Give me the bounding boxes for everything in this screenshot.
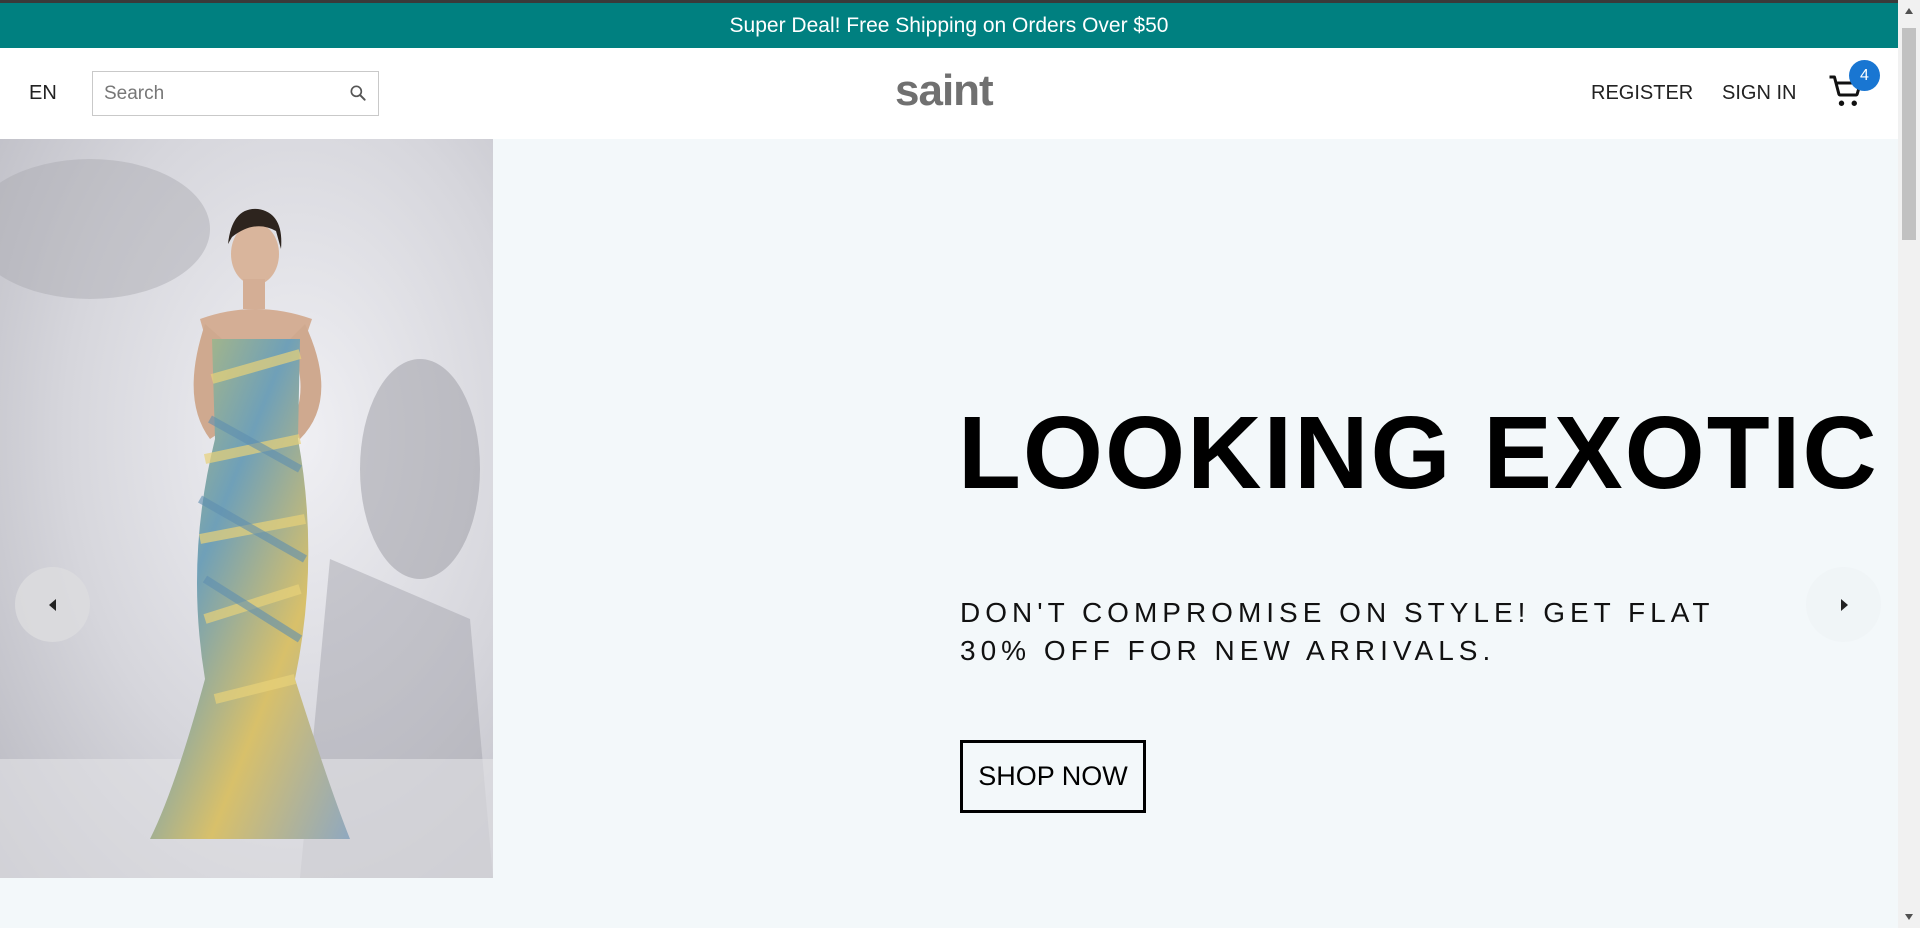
- page: Super Deal! Free Shipping on Orders Over…: [0, 0, 1920, 928]
- language-selector[interactable]: EN: [29, 82, 57, 105]
- chevron-right-icon: [1840, 598, 1848, 611]
- hero-title: LOOKING EXOTIC: [958, 395, 1879, 510]
- triangle-up-icon: [1905, 8, 1913, 14]
- triangle-down-icon: [1905, 914, 1913, 920]
- model-illustration: [0, 159, 493, 878]
- chevron-left-icon: [48, 598, 56, 611]
- search-icon[interactable]: [348, 83, 368, 103]
- announcement-text: Super Deal! Free Shipping on Orders Over…: [729, 13, 1169, 37]
- register-link[interactable]: REGISTER: [1591, 82, 1693, 105]
- scrollbar-thumb[interactable]: [1902, 28, 1916, 240]
- hero-model-image: [0, 139, 493, 878]
- signin-link[interactable]: SIGN IN: [1722, 82, 1796, 105]
- search-box: [92, 71, 379, 116]
- navbar: EN saint REGISTER SIGN IN 4: [0, 48, 1898, 139]
- shop-now-button[interactable]: SHOP NOW: [960, 740, 1146, 813]
- vertical-scrollbar[interactable]: [1898, 0, 1920, 928]
- carousel-next-button[interactable]: [1806, 567, 1881, 642]
- brand-logo[interactable]: saint: [895, 66, 994, 116]
- announcement-bar: Super Deal! Free Shipping on Orders Over…: [0, 3, 1898, 48]
- search-input[interactable]: [93, 72, 343, 115]
- scroll-up-arrow[interactable]: [1898, 0, 1920, 22]
- hero-carousel: LOOKING EXOTIC DON'T COMPROMISE ON STYLE…: [0, 139, 1898, 928]
- cart-count-badge: 4: [1849, 60, 1880, 91]
- hero-subtitle: DON'T COMPROMISE ON STYLE! GET FLAT 30% …: [960, 597, 1714, 666]
- carousel-prev-button[interactable]: [15, 567, 90, 642]
- scroll-down-arrow[interactable]: [1898, 906, 1920, 928]
